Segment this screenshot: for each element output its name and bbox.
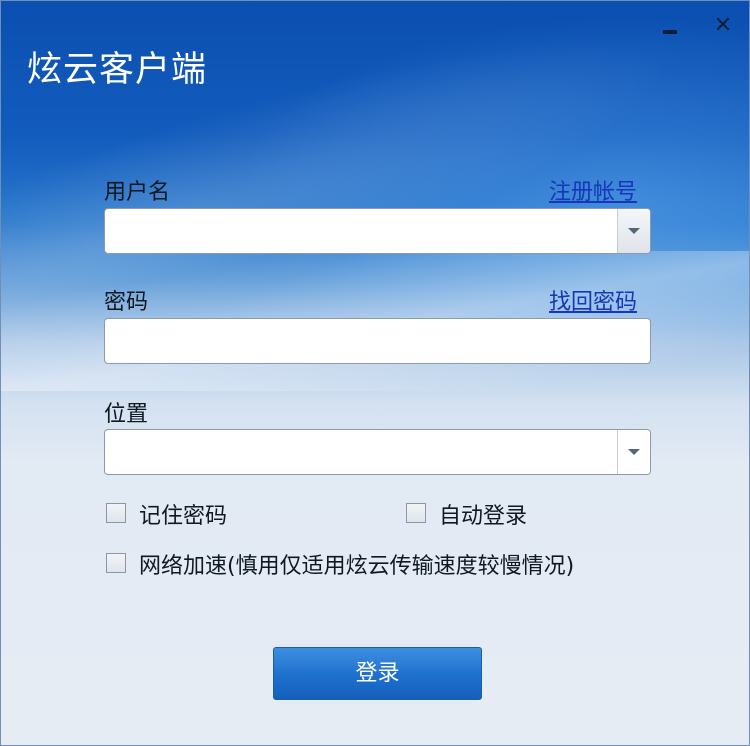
username-dropdown-button[interactable]	[617, 209, 650, 253]
password-label: 密码	[104, 290, 149, 315]
network-acceleration-label: 网络加速(慎用仅适用炫云传输速度较慢情况)	[139, 554, 575, 579]
auto-login-label: 自动登录	[439, 504, 528, 529]
chevron-down-icon	[628, 449, 640, 455]
auto-login-checkbox[interactable]	[406, 503, 426, 523]
password-input[interactable]	[113, 321, 617, 363]
close-icon: ✕	[713, 13, 733, 38]
login-button[interactable]: 登录	[273, 647, 482, 700]
username-label: 用户名	[104, 180, 171, 205]
minimize-button[interactable]	[656, 11, 686, 41]
remember-password-label: 记住密码	[139, 504, 228, 529]
chevron-down-icon	[628, 228, 640, 234]
recover-password-link[interactable]: 找回密码	[549, 284, 637, 316]
username-input[interactable]	[113, 211, 617, 253]
remember-password-checkbox[interactable]	[106, 503, 126, 523]
login-window: 炫云客户端 ✕ 用户名 注册帐号 密码 找回密码 位置 记住密码 自动登录 网络…	[0, 0, 750, 746]
background-glow	[201, 1, 749, 331]
location-dropdown-button[interactable]	[617, 430, 650, 474]
window-title: 炫云客户端	[27, 50, 208, 90]
network-acceleration-checkbox[interactable]	[106, 553, 126, 573]
password-field[interactable]	[104, 318, 651, 364]
minimize-icon	[663, 30, 677, 34]
username-combobox[interactable]	[104, 208, 651, 254]
location-input[interactable]	[113, 432, 617, 474]
location-label: 位置	[104, 402, 149, 427]
location-select[interactable]	[104, 429, 651, 475]
close-button[interactable]: ✕	[708, 11, 738, 41]
register-account-link[interactable]: 注册帐号	[549, 174, 637, 206]
